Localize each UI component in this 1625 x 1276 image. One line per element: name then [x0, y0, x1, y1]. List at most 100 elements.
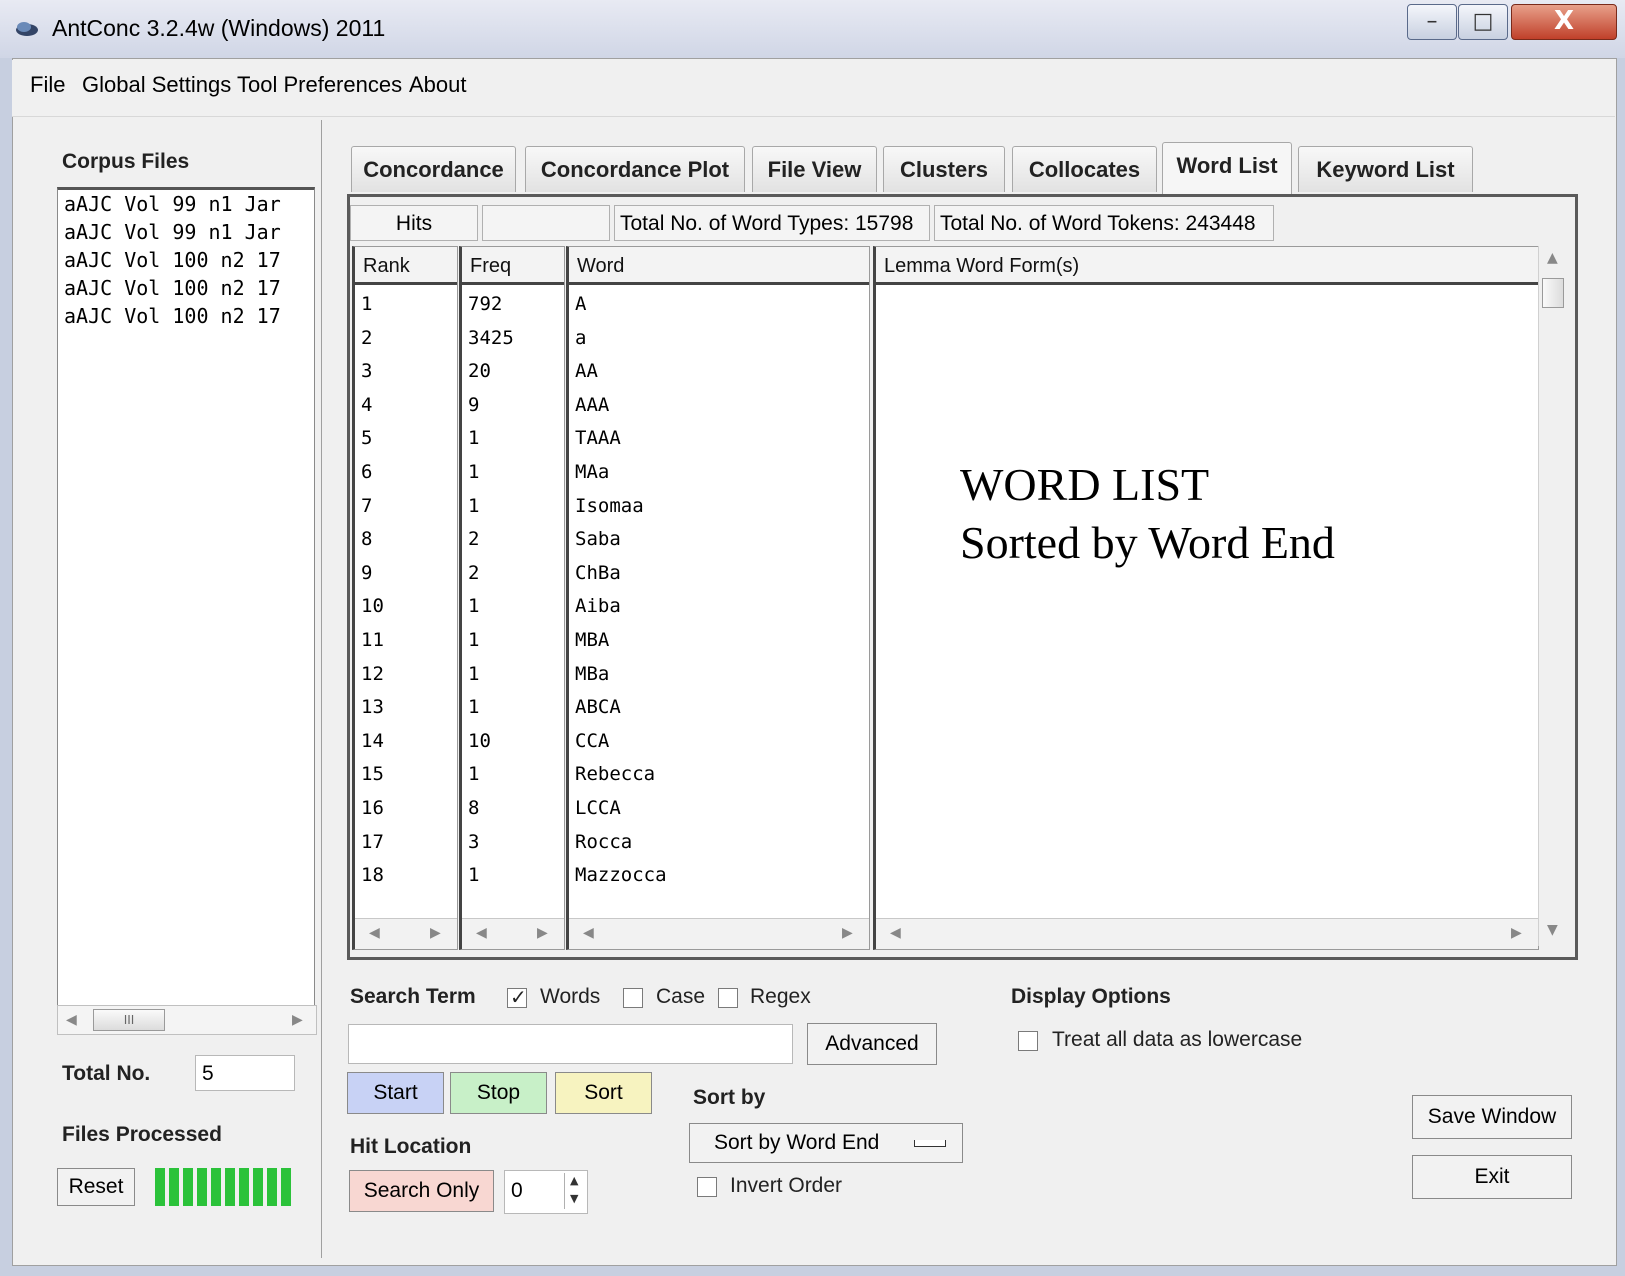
sort-button[interactable]: Sort — [555, 1072, 652, 1114]
rank-cell[interactable]: 9 — [361, 562, 372, 584]
rank-cell[interactable]: 13 — [361, 696, 384, 718]
corpus-file-item[interactable]: aAJC Vol 100 n2 17 — [64, 276, 281, 300]
scroll-right-icon[interactable]: ▶ — [537, 925, 548, 941]
rank-cell[interactable]: 11 — [361, 629, 384, 651]
reset-button[interactable]: Reset — [57, 1168, 135, 1206]
word-cell[interactable]: ABCA — [575, 696, 621, 718]
stop-button[interactable]: Stop — [450, 1072, 547, 1114]
start-button[interactable]: Start — [347, 1072, 444, 1114]
lemma-column-header[interactable]: Lemma Word Form(s) — [876, 247, 1538, 285]
words-checkbox[interactable]: ✓ — [507, 985, 527, 1009]
hit-location-value[interactable]: 0 — [511, 1179, 523, 1203]
word-cell[interactable]: TAAA — [575, 427, 621, 449]
rank-cell[interactable]: 4 — [361, 394, 372, 416]
pane-divider[interactable] — [321, 120, 322, 1258]
rank-cell[interactable]: 15 — [361, 763, 384, 785]
menu-tool-preferences[interactable]: Tool Preferences — [237, 72, 402, 98]
scroll-right-icon[interactable]: ▶ — [430, 925, 441, 941]
freq-cell[interactable]: 3 — [468, 831, 479, 853]
word-hscroll[interactable]: ◀ ▶ — [569, 918, 869, 949]
rank-cell[interactable]: 6 — [361, 461, 372, 483]
freq-cell[interactable]: 2 — [468, 562, 479, 584]
freq-cell[interactable]: 1 — [468, 595, 479, 617]
rank-cell[interactable]: 8 — [361, 528, 372, 550]
word-column[interactable]: Word Aa AA AAA TAAA MAa Isomaa Saba ChBa Aiba MBA… — [566, 246, 870, 950]
word-cell[interactable]: Rocca — [575, 831, 632, 853]
freq-cell[interactable]: 792 — [468, 293, 502, 315]
freq-cell[interactable]: 20 — [468, 360, 491, 382]
word-cell[interactable]: MBa — [575, 663, 609, 685]
rank-cell[interactable]: 16 — [361, 797, 384, 819]
tab-concordance[interactable]: Concordance — [351, 146, 516, 192]
corpus-horizontal-scrollbar[interactable]: ◀ III ▶ — [57, 1005, 317, 1035]
freq-cell[interactable]: 1 — [468, 495, 479, 517]
freq-cell[interactable]: 9 — [468, 394, 479, 416]
minimize-button[interactable]: – — [1407, 4, 1457, 40]
freq-cell[interactable]: 1 — [468, 461, 479, 483]
word-cell[interactable]: Isomaa — [575, 495, 644, 517]
scroll-thumb[interactable] — [1542, 278, 1564, 308]
rank-cell[interactable]: 14 — [361, 730, 384, 752]
rank-cell[interactable]: 17 — [361, 831, 384, 853]
freq-cell[interactable]: 1 — [468, 763, 479, 785]
freq-cell[interactable]: 1 — [468, 696, 479, 718]
freq-cell[interactable]: 1 — [468, 427, 479, 449]
rank-cell[interactable]: 3 — [361, 360, 372, 382]
rank-hscroll[interactable]: ◀ ▶ — [355, 918, 457, 949]
lemma-hscroll[interactable]: ◀ ▶ — [876, 918, 1538, 949]
lowercase-checkbox[interactable] — [1018, 1031, 1038, 1051]
invert-order-checkbox[interactable] — [697, 1177, 717, 1197]
search-only-button[interactable]: Search Only — [349, 1170, 494, 1212]
rank-cell[interactable]: 2 — [361, 327, 372, 349]
word-cell[interactable]: MAa — [575, 461, 609, 483]
menu-file[interactable]: File — [30, 72, 65, 98]
freq-cell[interactable]: 1 — [468, 864, 479, 886]
freq-column[interactable]: Freq 792 3425 20 9 1 1 1 2 2 1 1 1 1 10 1 8 3 1 ◀ ▶ — [459, 246, 565, 950]
scroll-left-icon[interactable]: ◀ — [890, 925, 901, 941]
hit-location-spinner[interactable]: 0 ▲ ▼ — [504, 1170, 588, 1214]
freq-cell[interactable]: 3425 — [468, 327, 514, 349]
corpus-file-item[interactable]: aAJC Vol 100 n2 17 — [64, 304, 281, 328]
scroll-right-icon[interactable]: ▶ — [1511, 925, 1522, 941]
results-vertical-scrollbar[interactable]: ▲ ▼ — [1538, 246, 1567, 946]
word-cell[interactable]: MBA — [575, 629, 609, 651]
scroll-right-icon[interactable]: ▶ — [292, 1012, 303, 1028]
sort-by-dropdown[interactable]: Sort by Word End — [689, 1123, 963, 1163]
search-term-input[interactable] — [348, 1024, 793, 1064]
maximize-button[interactable]: □ — [1458, 4, 1508, 40]
scroll-left-icon[interactable]: ◀ — [66, 1012, 77, 1028]
word-cell[interactable]: LCCA — [575, 797, 621, 819]
tab-collocates[interactable]: Collocates — [1012, 146, 1157, 192]
word-cell[interactable]: ChBa — [575, 562, 621, 584]
word-cell[interactable]: CCA — [575, 730, 609, 752]
spinner-up-icon[interactable]: ▲ — [570, 1174, 578, 1187]
freq-cell[interactable]: 10 — [468, 730, 491, 752]
advanced-button[interactable]: Advanced — [807, 1023, 937, 1065]
rank-cell[interactable]: 12 — [361, 663, 384, 685]
word-cell[interactable]: Aiba — [575, 595, 621, 617]
scroll-down-icon[interactable]: ▼ — [1547, 922, 1558, 938]
corpus-file-item[interactable]: aAJC Vol 99 n1 Jar — [64, 192, 281, 216]
freq-cell[interactable]: 1 — [468, 629, 479, 651]
rank-cell[interactable]: 5 — [361, 427, 372, 449]
freq-cell[interactable]: 8 — [468, 797, 479, 819]
word-column-header[interactable]: Word — [569, 247, 869, 285]
case-checkbox[interactable] — [623, 988, 643, 1008]
regex-checkbox[interactable] — [718, 988, 738, 1008]
tab-clusters[interactable]: Clusters — [883, 146, 1005, 192]
exit-button[interactable]: Exit — [1412, 1155, 1572, 1199]
scroll-up-icon[interactable]: ▲ — [1547, 250, 1558, 266]
rank-column-header[interactable]: Rank — [355, 247, 457, 285]
scroll-left-icon[interactable]: ◀ — [476, 925, 487, 941]
word-cell[interactable]: a — [575, 327, 586, 349]
word-cell[interactable]: Mazzocca — [575, 864, 667, 886]
freq-cell[interactable]: 1 — [468, 663, 479, 685]
scroll-left-icon[interactable]: ◀ — [369, 925, 380, 941]
corpus-file-list[interactable]: aAJC Vol 99 n1 Jar aAJC Vol 99 n1 Jar aA… — [57, 187, 315, 1009]
corpus-file-item[interactable]: aAJC Vol 100 n2 17 — [64, 248, 281, 272]
spinner-buttons[interactable]: ▲ ▼ — [564, 1173, 585, 1209]
word-cell[interactable]: Saba — [575, 528, 621, 550]
menu-global-settings[interactable]: Global Settings — [82, 72, 231, 98]
tab-keyword-list[interactable]: Keyword List — [1298, 146, 1473, 192]
rank-cell[interactable]: 7 — [361, 495, 372, 517]
